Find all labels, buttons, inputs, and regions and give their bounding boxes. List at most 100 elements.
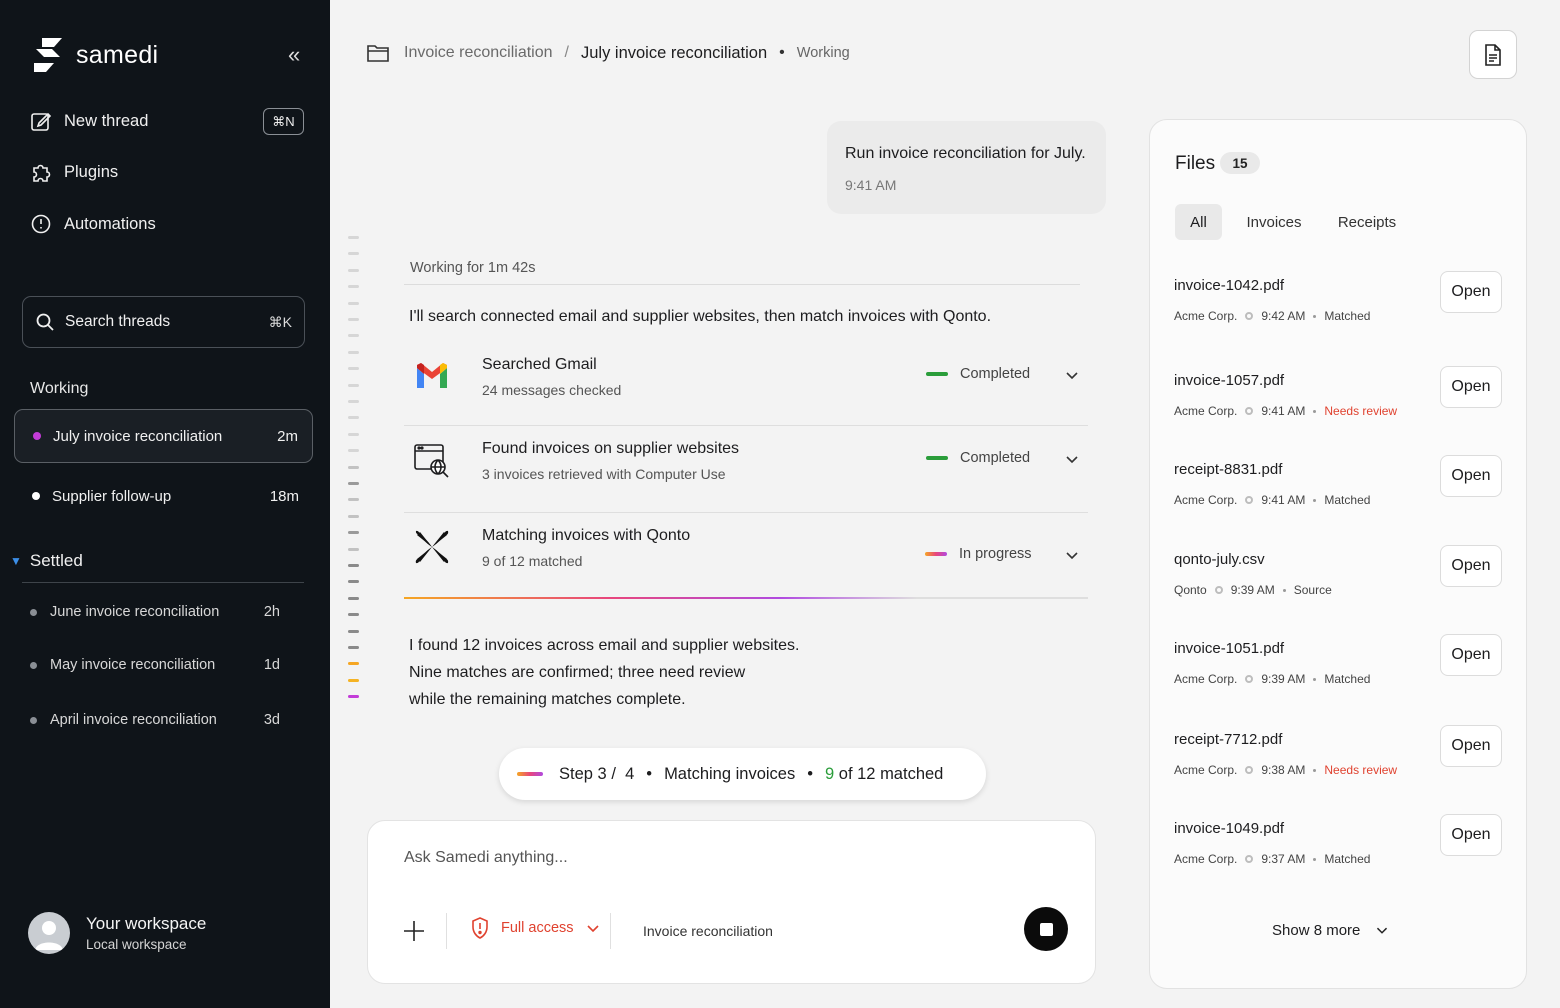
meta-dot xyxy=(1313,314,1317,318)
chevron-down-icon[interactable] xyxy=(1061,544,1083,566)
settled-section-label: Settled xyxy=(29,551,83,570)
task-row[interactable]: Searched Gmail 24 messages checked Compl… xyxy=(404,342,1088,426)
file-name[interactable]: invoice-1051.pdf xyxy=(1174,640,1284,657)
files-title: Files xyxy=(1175,153,1216,174)
meta-dot xyxy=(1313,677,1317,681)
breadcrumb-separator: / xyxy=(564,44,569,61)
file-row[interactable]: invoice-1042.pdf Acme Corp. 9:42 AM Matched… xyxy=(1174,271,1504,337)
message-input[interactable] xyxy=(404,849,1004,867)
automations-button[interactable]: Automations xyxy=(30,213,156,235)
file-row[interactable]: invoice-1057.pdf Acme Corp. 9:41 AM Needs r… xyxy=(1174,366,1504,432)
workspace-switcher[interactable]: Your workspace Local workspace xyxy=(28,912,206,954)
chevron-down-icon[interactable] xyxy=(1061,448,1083,470)
timeline-dash xyxy=(348,564,359,567)
timeline-dash xyxy=(348,334,359,338)
step-label: Step xyxy=(559,764,593,783)
assistant-intro: I'll search connected email and supplier… xyxy=(409,308,992,325)
breadcrumb-parent[interactable]: Invoice reconciliation xyxy=(404,44,553,62)
caret-down-icon: ▼ xyxy=(10,554,22,568)
file-name[interactable]: qonto-july.csv xyxy=(1174,551,1265,568)
access-level-dropdown[interactable]: Full access xyxy=(471,917,616,939)
workspace-sub: Local workspace xyxy=(86,937,187,952)
file-time: 9:39 AM xyxy=(1261,672,1306,686)
show-more-button[interactable]: Show 8 more xyxy=(1272,920,1392,940)
file-row[interactable]: invoice-1049.pdf Acme Corp. 9:37 AM Matched… xyxy=(1174,814,1504,880)
file-name[interactable]: invoice-1042.pdf xyxy=(1174,277,1284,294)
puzzle-icon xyxy=(33,164,51,182)
file-row[interactable]: qonto-july.csv Qonto 9:39 AM Source Open xyxy=(1174,545,1504,611)
settled-section-toggle[interactable]: ▼ Settled xyxy=(10,551,83,571)
tab-all[interactable]: All xyxy=(1175,204,1222,240)
search-threads-input[interactable]: Search threads ⌘K xyxy=(22,296,305,348)
plugins-button[interactable]: Plugins xyxy=(30,161,118,183)
new-thread-shortcut: ⌘N xyxy=(263,108,304,135)
stop-button[interactable] xyxy=(1024,907,1068,951)
search-icon xyxy=(36,313,54,331)
file-status: Matched xyxy=(1324,852,1371,866)
tab-invoices[interactable]: Invoices xyxy=(1238,204,1310,240)
time-separator-icon xyxy=(1245,766,1254,774)
timeline-dash xyxy=(348,678,359,682)
document-icon xyxy=(1485,43,1501,66)
task-title: Found invoices on supplier websites xyxy=(482,440,740,457)
files-count-badge: 15 xyxy=(1220,152,1260,174)
step-matched-rest: of 12 matched xyxy=(838,764,944,783)
document-button[interactable] xyxy=(1469,30,1517,79)
open-file-button[interactable]: Open xyxy=(1440,725,1502,767)
meta-dot xyxy=(1313,498,1317,502)
breadcrumb-dot: • xyxy=(779,44,785,61)
thread-april-invoice-reconciliation[interactable]: April invoice reconciliation 3d xyxy=(30,712,280,728)
task-status-label: In progress xyxy=(959,546,1032,562)
open-file-button[interactable]: Open xyxy=(1440,545,1502,587)
settled-divider xyxy=(22,582,304,583)
timeline-dash xyxy=(348,252,359,256)
open-file-button[interactable]: Open xyxy=(1440,634,1502,676)
file-name[interactable]: receipt-8831.pdf xyxy=(1174,461,1282,478)
step-dot: • xyxy=(807,764,813,783)
thread-june-invoice-reconciliation[interactable]: June invoice reconciliation 2h xyxy=(30,604,280,620)
file-row[interactable]: invoice-1051.pdf Acme Corp. 9:39 AM Matched… xyxy=(1174,634,1504,700)
add-attachment-icon[interactable] xyxy=(402,919,426,943)
status-bar xyxy=(926,372,948,376)
thread-may-invoice-reconciliation[interactable]: May invoice reconciliation 1d xyxy=(30,657,280,673)
file-name[interactable]: receipt-7712.pdf xyxy=(1174,731,1282,748)
user-avatar-icon xyxy=(35,921,63,950)
file-row[interactable]: receipt-7712.pdf Acme Corp. 9:38 AM Needs r… xyxy=(1174,725,1504,791)
timeline-dash xyxy=(348,482,359,485)
new-thread-button[interactable]: New thread xyxy=(30,110,148,132)
task-subtitle: 24 messages checked xyxy=(482,382,622,398)
open-file-button[interactable]: Open xyxy=(1440,366,1502,408)
timeline-dash xyxy=(348,596,359,600)
thread-dot xyxy=(32,492,40,500)
logo[interactable]: samedi xyxy=(32,38,158,72)
thread-label: July invoice reconciliation xyxy=(53,427,223,445)
file-row[interactable]: receipt-8831.pdf Acme Corp. 9:41 AM Matched… xyxy=(1174,455,1504,521)
workspace-name: Your workspace xyxy=(86,914,207,933)
step-current: 3 xyxy=(597,764,607,783)
tab-receipts[interactable]: Receipts xyxy=(1330,204,1404,240)
file-source: Acme Corp. xyxy=(1174,309,1238,323)
composer-divider xyxy=(610,913,611,949)
open-file-button[interactable]: Open xyxy=(1440,455,1502,497)
file-name[interactable]: invoice-1057.pdf xyxy=(1174,372,1284,389)
chevron-down-icon[interactable] xyxy=(1061,364,1083,386)
meta-dot xyxy=(1313,857,1317,861)
step-name: Matching invoices xyxy=(664,764,796,783)
timeline-dash xyxy=(348,531,359,535)
context-label[interactable]: Invoice reconciliation xyxy=(643,923,773,939)
file-time: 9:37 AM xyxy=(1261,852,1306,866)
open-file-button[interactable]: Open xyxy=(1440,814,1502,856)
thread-july-invoice-reconciliation[interactable]: July invoice reconciliation 2m xyxy=(14,409,313,463)
thread-supplier-follow-up[interactable]: Supplier follow-up 18m xyxy=(14,469,313,523)
file-meta: Acme Corp. 9:42 AM Matched xyxy=(1174,309,1370,323)
task-row[interactable]: Matching invoices with Qonto 9 of 12 mat… xyxy=(404,513,1088,599)
open-file-button[interactable]: Open xyxy=(1440,271,1502,313)
summary-line: Nine matches are confirmed; three need r… xyxy=(409,664,746,681)
collapse-sidebar-icon[interactable]: « xyxy=(288,42,300,68)
file-status: Matched xyxy=(1324,493,1371,507)
thread-dot xyxy=(30,661,37,669)
file-name[interactable]: invoice-1049.pdf xyxy=(1174,820,1284,837)
thread-time: 3d xyxy=(263,712,280,728)
task-row[interactable]: Found invoices on supplier websites 3 in… xyxy=(404,426,1088,513)
time-separator-icon xyxy=(1245,407,1254,415)
